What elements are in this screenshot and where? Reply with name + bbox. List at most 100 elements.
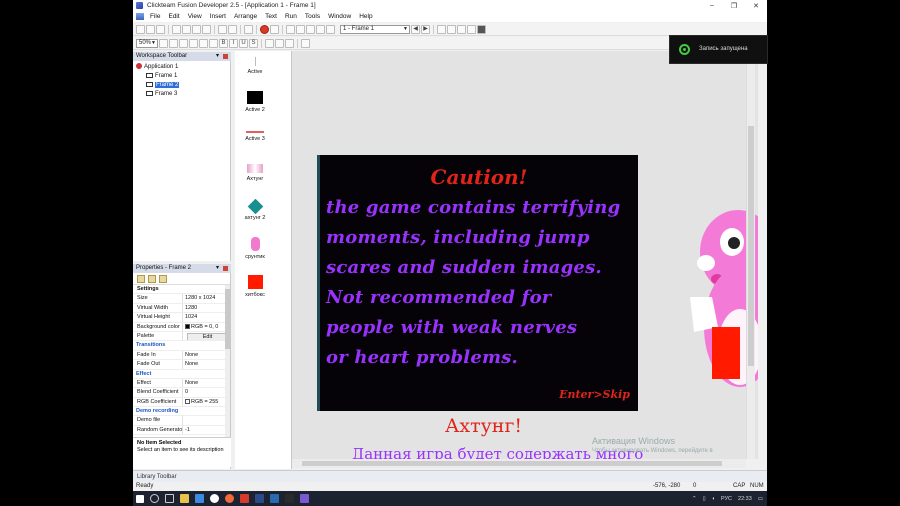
menu-tools[interactable]: Tools (301, 13, 324, 20)
align-left-icon[interactable] (265, 38, 274, 48)
tree-application[interactable]: Application 1 (136, 63, 178, 71)
align-right-icon[interactable] (285, 38, 294, 48)
scroll-thumb[interactable] (225, 289, 230, 349)
data-elements-icon[interactable] (326, 24, 335, 34)
property-value[interactable]: 1024 (182, 313, 230, 322)
telegram-icon[interactable] (270, 494, 279, 503)
browser-icon[interactable] (210, 494, 219, 503)
copy-icon[interactable] (182, 24, 191, 34)
italic-icon[interactable]: I (229, 38, 238, 48)
object-active-3[interactable]: Active 3 (235, 131, 275, 142)
ahtung-text[interactable]: Ахтунг! (445, 415, 522, 437)
browser-2-icon[interactable] (225, 494, 234, 503)
property-row[interactable]: Random Generator -1 (133, 425, 230, 436)
network-icon[interactable]: ▯ (703, 496, 706, 502)
properties-tab-icon[interactable] (148, 275, 156, 283)
property-value[interactable] (182, 416, 230, 425)
delete-icon[interactable] (202, 24, 211, 34)
property-row[interactable]: Size 1280 x 1024 (133, 294, 230, 304)
save-icon[interactable] (156, 24, 165, 34)
event-editor-icon[interactable] (306, 24, 315, 34)
menu-insert[interactable]: Insert (206, 13, 230, 20)
app-icon[interactable] (240, 494, 249, 503)
previous-frame-icon[interactable]: ◀ (411, 24, 420, 34)
scroll-thumb[interactable] (748, 126, 754, 366)
frame-editor-icon[interactable] (296, 24, 305, 34)
new-icon[interactable] (136, 24, 145, 34)
fusion-taskbar-icon[interactable] (300, 494, 309, 503)
select-icon[interactable] (179, 38, 188, 48)
tree-frame-1[interactable]: Frame 1 (146, 72, 177, 80)
underline-icon[interactable]: U (239, 38, 248, 48)
redo-icon[interactable] (228, 24, 237, 34)
warning-screen[interactable]: Caution! the game contains terrifying mo… (317, 155, 638, 411)
frame-editor[interactable]: Caution! the game contains terrifying mo… (292, 51, 758, 459)
property-row[interactable]: Virtual Height 1024 (133, 313, 230, 323)
fit-icon[interactable] (301, 38, 310, 48)
pin-icon[interactable]: ▾ (216, 52, 219, 61)
property-value[interactable]: None (182, 350, 230, 360)
color-swatch[interactable] (185, 398, 190, 404)
menu-text[interactable]: Text (261, 13, 281, 20)
object-sruntik[interactable]: срунтик (235, 237, 275, 260)
maximize-button[interactable]: ❐ (723, 2, 745, 10)
frame-select[interactable]: 1 - Frame 1 ▼ (340, 24, 410, 34)
search-icon[interactable] (150, 494, 159, 503)
property-value[interactable]: None (182, 360, 230, 369)
object-active-2[interactable]: Active 2 (235, 91, 275, 113)
property-value[interactable]: RGB = 0, 0 (182, 322, 230, 331)
property-row[interactable]: Palette Edit (133, 331, 230, 342)
hand-icon[interactable] (169, 38, 178, 48)
menu-file[interactable]: File (146, 13, 164, 20)
pin-icon[interactable]: ▾ (216, 264, 219, 273)
editor-horizontal-scrollbar[interactable] (292, 459, 746, 468)
color-swatch[interactable] (185, 323, 190, 329)
property-row[interactable]: Fade In None (133, 350, 230, 361)
bold-icon[interactable]: B (219, 38, 228, 48)
document-icon[interactable] (136, 13, 144, 20)
property-value[interactable]: 0 (182, 388, 230, 397)
run-frame-icon[interactable] (270, 24, 279, 34)
toolbar-extra-icon[interactable] (477, 24, 486, 34)
file-explorer-icon[interactable] (180, 494, 189, 503)
close-icon[interactable] (223, 54, 228, 59)
object-hitbox[interactable]: хитбокс (235, 275, 275, 298)
object-ahtung[interactable]: Ахтунг (235, 164, 275, 182)
property-row[interactable]: RGB Coefficient RGB = 255 (133, 397, 230, 408)
language-indicator[interactable]: РУС (721, 496, 732, 502)
open-icon[interactable] (146, 24, 155, 34)
property-value[interactable]: Edit (182, 331, 230, 341)
property-value[interactable]: None (182, 378, 230, 388)
object-ahtung-2[interactable]: ахтунг 2 (235, 198, 275, 221)
tree-frame-3[interactable]: Frame 3 (146, 90, 177, 98)
mail-icon[interactable] (195, 494, 204, 503)
zoom-in-icon[interactable] (159, 38, 168, 48)
menu-run[interactable]: Run (281, 13, 301, 20)
property-row[interactable]: Background color RGB = 0, 0 (133, 322, 230, 332)
snap-icon[interactable] (199, 38, 208, 48)
property-value[interactable]: -1 (182, 425, 230, 435)
align-center-icon[interactable] (275, 38, 284, 48)
event-list-icon[interactable] (316, 24, 325, 34)
cut-icon[interactable] (172, 24, 181, 34)
toolbar-extra-icon[interactable] (437, 24, 446, 34)
volume-icon[interactable]: ◖ (712, 496, 715, 502)
tree-frame-2[interactable]: Frame 2 (146, 81, 180, 89)
property-value[interactable]: 1280 (182, 303, 230, 313)
toolbar-extra-icon[interactable] (467, 24, 476, 34)
properties-tab-icon[interactable] (159, 275, 167, 283)
layers-icon[interactable] (209, 38, 218, 48)
menu-view[interactable]: View (184, 13, 206, 20)
start-icon[interactable] (136, 494, 144, 503)
editor-vertical-scrollbar[interactable] (746, 51, 755, 459)
property-row[interactable]: Blend Coefficient 0 (133, 388, 230, 398)
object-active[interactable]: Active (235, 57, 275, 75)
pink-character-sprite[interactable] (660, 197, 758, 387)
chevron-up-icon[interactable]: ⌃ (692, 496, 697, 502)
task-view-icon[interactable] (165, 494, 174, 503)
menu-arrange[interactable]: Arrange (230, 13, 261, 20)
property-value[interactable]: RGB = 255 (182, 397, 230, 407)
grid-icon[interactable] (189, 38, 198, 48)
toolbar-extra-icon[interactable] (457, 24, 466, 34)
undo-icon[interactable] (218, 24, 227, 34)
